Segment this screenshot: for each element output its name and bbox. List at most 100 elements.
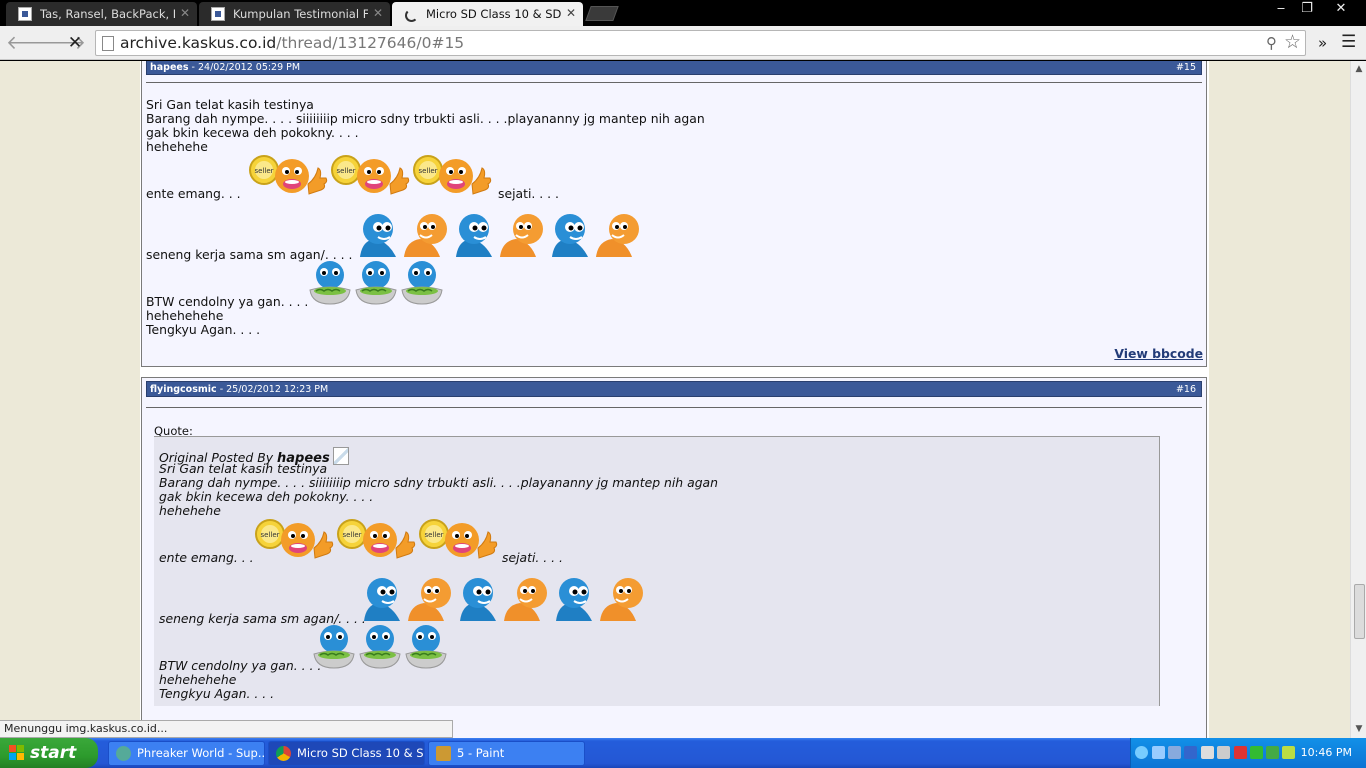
orange-kaskus-emoticon-icon [596,213,642,261]
url-text[interactable]: archive.kaskus.co.id/thread/13127646/0#1… [120,34,464,52]
forward-arrow-icon[interactable]: 🡒 [35,32,86,54]
post-divider [146,82,1202,83]
new-tab-button[interactable] [585,6,619,21]
seller-thumbs-up-emoticon-icon: seller [328,154,410,204]
tab-title: Micro SD Class 10 & SD Kualit [426,7,561,21]
post-line: hehehehe [146,139,208,154]
quote-box: Original Posted By hapees Sri Gan telat … [154,436,1160,706]
blue-kaskus-emoticon-icon [360,577,406,625]
browser-toolbar: 🡐 🡒 ✕ archive.kaskus.co.id/thread/131276… [0,26,1366,60]
view-bbcode-link[interactable]: View bbcode [1114,346,1203,361]
taskbar-item[interactable]: Phreaker World - Sup... [108,741,265,766]
tab-close-icon[interactable]: ✕ [180,6,190,20]
bluetooth-icon[interactable] [1201,746,1214,759]
close-icon[interactable]: ✕ [1328,0,1354,18]
cendol-emoticon-icon [358,624,402,674]
quote-line: Sri Gan telat kasih testinya [159,461,328,476]
post-15: hapees - 24/02/2012 05:29 PM #15 Sri Gan… [141,61,1207,367]
browser-tab-active[interactable]: Micro SD Class 10 & SD Kualit ✕ [392,2,583,26]
post-header: hapees - 24/02/2012 05:29 PM #15 [146,61,1202,75]
back-arrow-icon[interactable]: 🡐 [6,32,57,54]
quote-line: hehehehehe [159,672,237,687]
post-line: BTW cendolny ya gan. . . . [146,294,309,309]
post-line: hehehehehe [146,308,224,323]
tab-close-icon[interactable]: ✕ [373,6,383,20]
post-username[interactable]: hapees [150,62,189,73]
display-icon[interactable] [1168,746,1181,759]
taskbar-item-active[interactable]: Micro SD Class 10 & S... [268,741,425,766]
broken-image-icon[interactable] [332,447,349,465]
tab-title: Kumpulan Testimonial Flyingc [233,7,368,21]
speaker-icon[interactable] [1217,746,1230,759]
svg-text:seller: seller [254,167,273,175]
taskbar-item[interactable]: 5 - Paint [428,741,585,766]
quote-line: Tengkyu Agan. . . . [159,686,275,701]
post-header: flyingcosmic - 25/02/2012 12:23 PM #16 [146,381,1202,397]
kaskus-favicon-icon [18,7,32,21]
quote-line: ente emang. . . [159,550,254,565]
cendol-emoticon-icon [308,260,352,310]
loading-spinner-icon [404,7,418,22]
post-line: Barang dah nympe. . . . siiiiiiiip micro… [146,111,705,126]
kaskus-favicon-icon [211,7,225,21]
post-username[interactable]: flyingcosmic [150,384,217,395]
svg-text:seller: seller [418,167,437,175]
windows-taskbar: start Phreaker World - Sup... Micro SD C… [0,738,1366,768]
seller-thumbs-up-emoticon-icon: seller [410,154,492,204]
page-scrollbar[interactable]: ▲ ▼ [1350,61,1366,738]
paint-icon [436,746,451,761]
chrome-icon [276,746,291,761]
tray-expand-icon[interactable] [1135,746,1148,759]
svg-text:seller: seller [342,531,361,539]
browser-tab-strip: Tas, Ransel, BackPack, Ruck ✕ Kumpulan T… [0,0,1366,26]
browser-tab[interactable]: Kumpulan Testimonial Flyingc ✕ [199,2,390,26]
search-icon[interactable]: ⚲ [1266,34,1277,52]
update-icon[interactable] [1250,746,1263,759]
tab-close-icon[interactable]: ✕ [566,6,576,20]
svg-text:seller: seller [260,531,279,539]
quote-line: sejati. . . . [502,550,563,565]
windows-logo-icon [9,745,25,761]
clock: 10:46 PM [1300,746,1352,759]
quote-line: BTW cendolny ya gan. . . . [159,658,322,673]
download-icon[interactable] [1266,746,1279,759]
post-date: - 25/02/2012 12:23 PM [219,384,329,395]
system-tray: 10:46 PM [1130,738,1366,768]
seller-thumbs-up-emoticon-icon: seller [246,154,328,204]
extensions-overflow-icon[interactable]: » [1318,34,1327,52]
security-icon[interactable] [1282,746,1295,759]
post-line: Sri Gan telat kasih testinya [146,97,314,112]
thread-content: hapees - 24/02/2012 05:29 PM #15 Sri Gan… [140,61,1209,738]
post-number[interactable]: #15 [1176,61,1196,75]
status-bubble: Menunggu img.kaskus.co.id... [0,720,453,738]
seller-thumbs-up-emoticon-icon: seller [416,518,498,568]
antivirus-icon[interactable] [1234,746,1247,759]
network-icon[interactable] [1152,746,1165,759]
page-icon [102,36,114,51]
scrollbar-thumb[interactable] [1354,584,1365,639]
bookmark-star-icon[interactable]: ☆ [1284,31,1301,53]
post-number[interactable]: #16 [1176,382,1196,397]
blue-kaskus-emoticon-icon [552,577,598,625]
scroll-down-arrow-icon[interactable]: ▼ [1353,723,1365,735]
quote-line: gak bkin kecewa deh pokokny. . . . [159,489,374,504]
scroll-up-arrow-icon[interactable]: ▲ [1353,63,1365,75]
orange-kaskus-emoticon-icon [500,213,546,261]
blue-kaskus-emoticon-icon [452,213,498,261]
media-icon[interactable] [1184,746,1197,759]
start-button[interactable]: start [0,738,98,768]
address-bar[interactable]: archive.kaskus.co.id/thread/13127646/0#1… [95,30,1306,56]
minimize-icon[interactable]: ‒ [1268,0,1294,18]
cendol-emoticon-icon [354,260,398,310]
post-line: Tengkyu Agan. . . . [146,322,261,337]
restore-icon[interactable]: ❐ [1294,0,1320,18]
orange-kaskus-emoticon-icon [404,213,450,261]
orange-kaskus-emoticon-icon [504,577,550,625]
cendol-emoticon-icon [400,260,444,310]
post-line: gak bkin kecewa deh pokokny. . . . [146,125,359,140]
stop-loading-icon[interactable]: ✕ [64,32,86,54]
menu-icon[interactable]: ☰ [1341,32,1356,52]
seller-thumbs-up-emoticon-icon: seller [252,518,334,568]
post-16: flyingcosmic - 25/02/2012 12:23 PM #16 Q… [141,377,1207,738]
browser-tab[interactable]: Tas, Ransel, BackPack, Ruck ✕ [6,2,197,26]
